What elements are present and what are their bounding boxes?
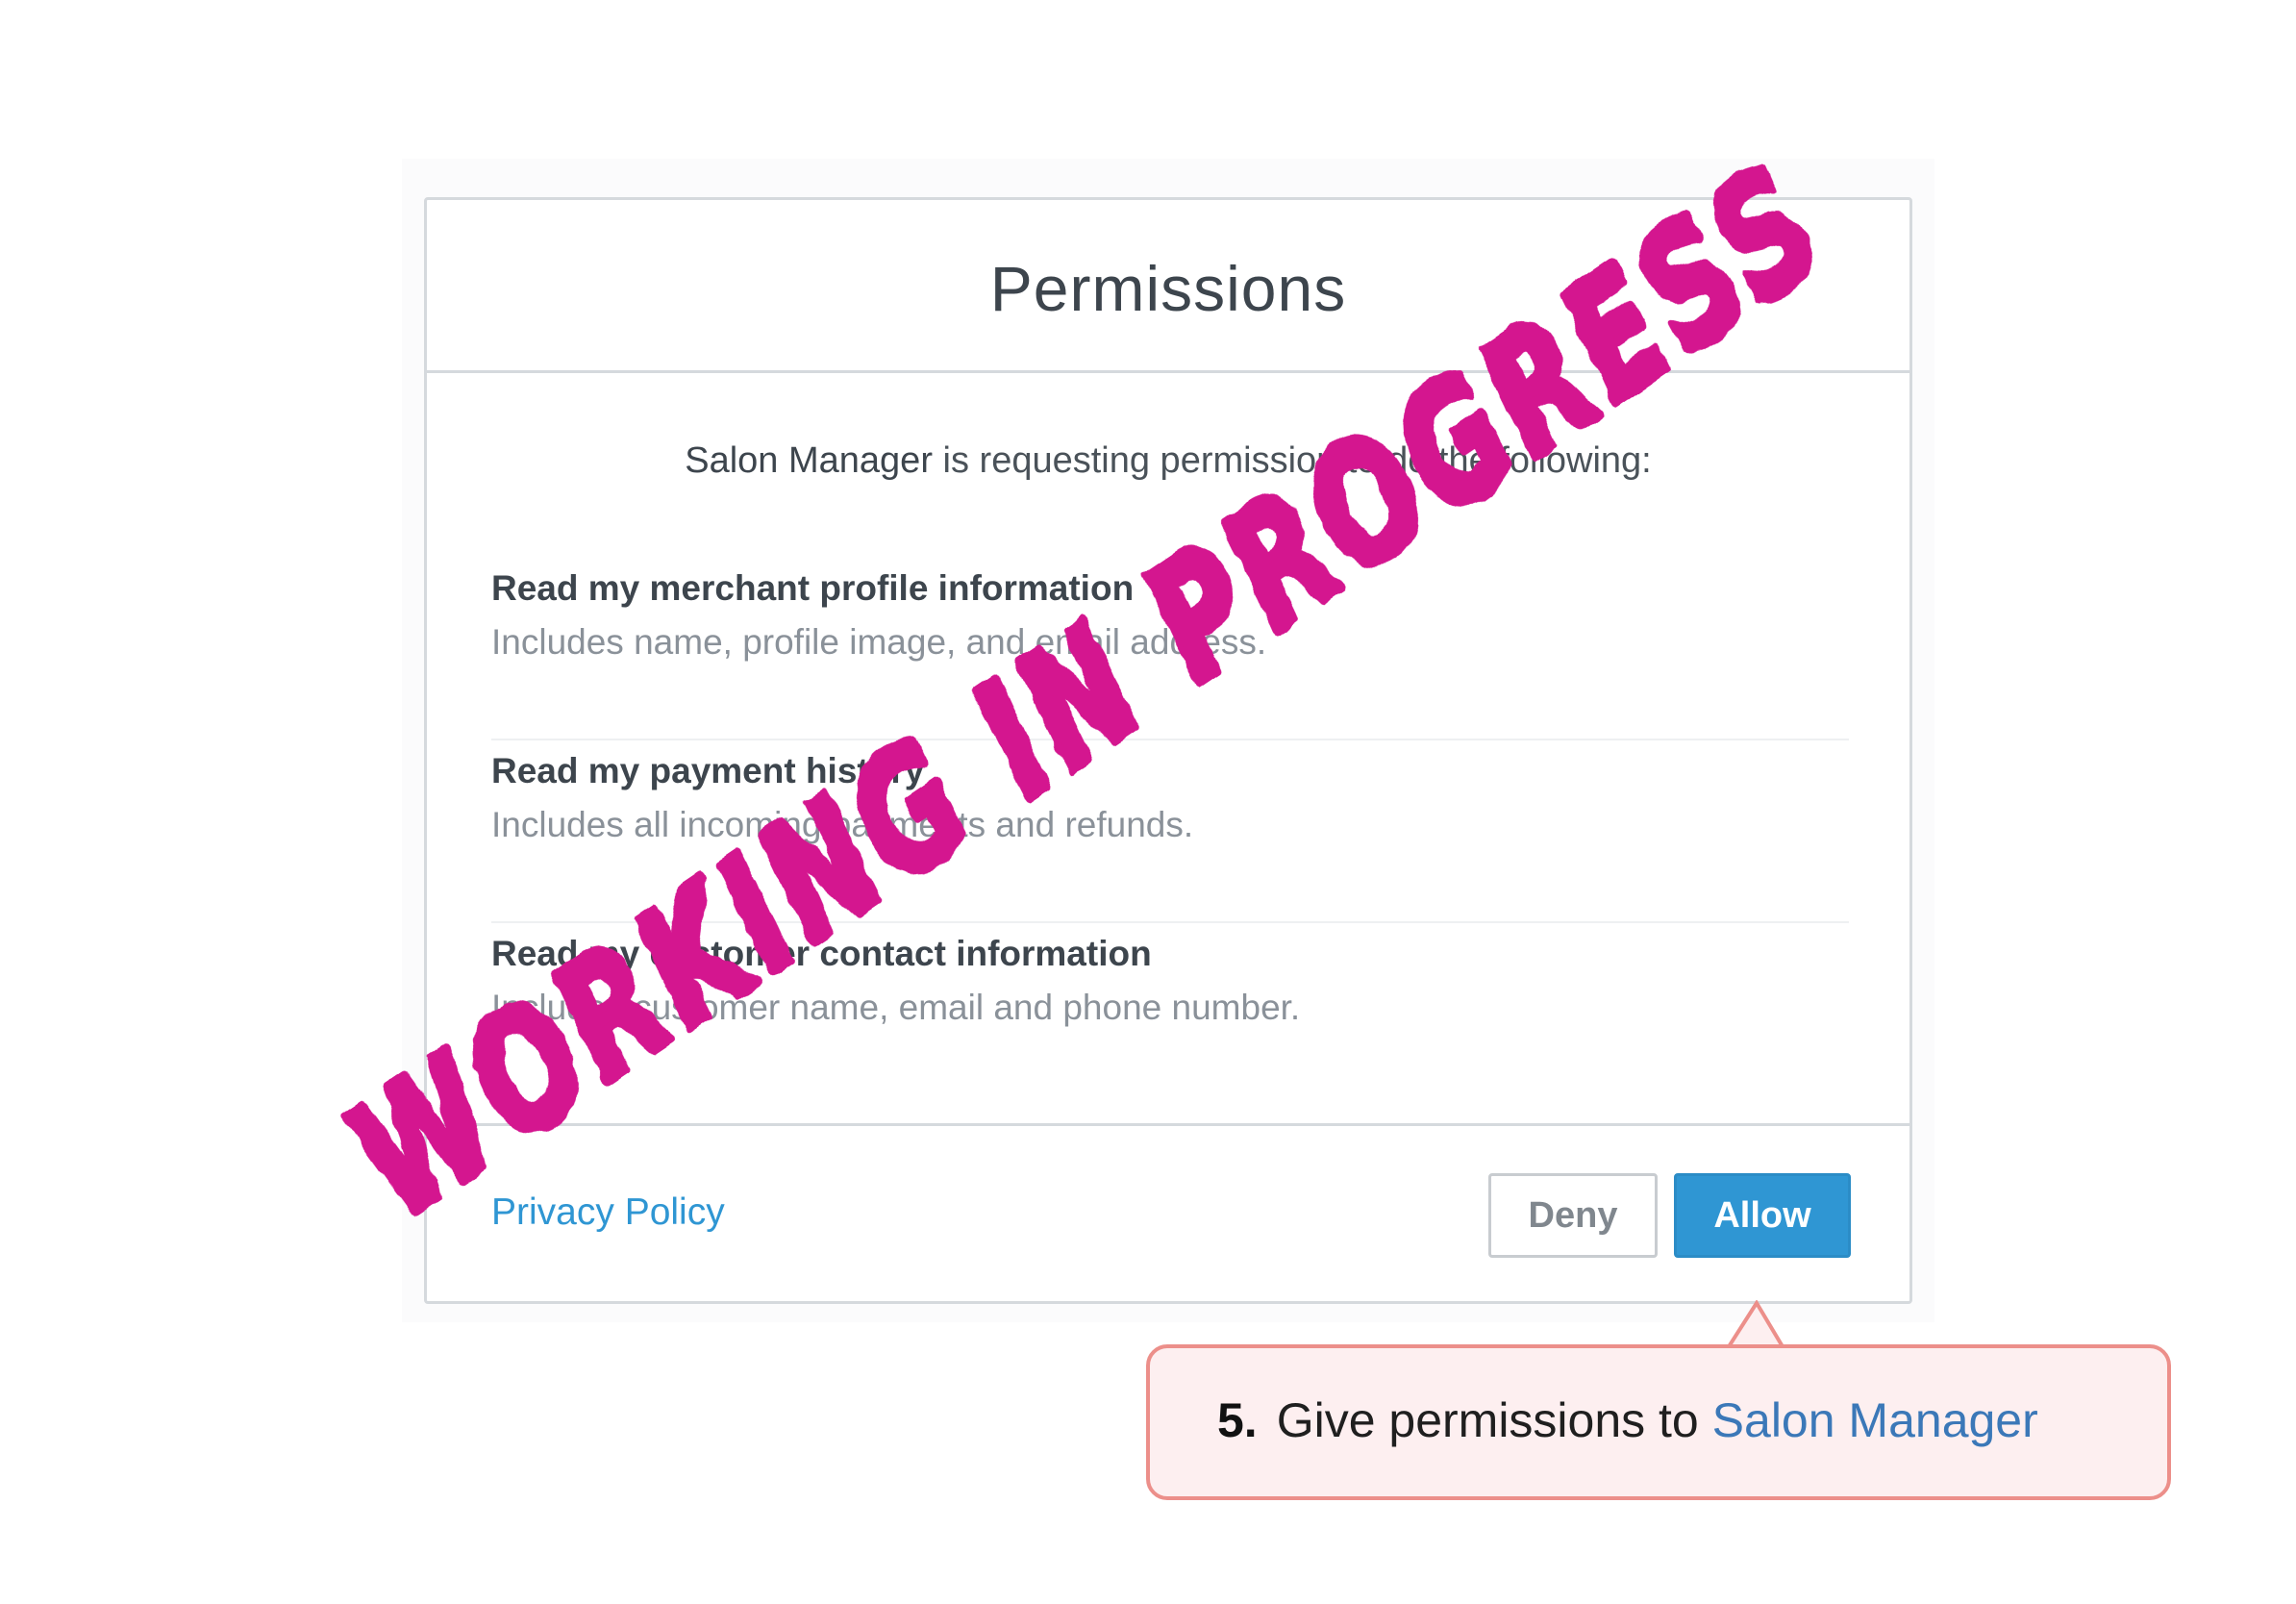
dialog-header: Permissions [427,200,1909,373]
privacy-policy-link[interactable]: Privacy Policy [491,1191,725,1234]
allow-button[interactable]: Allow [1674,1173,1851,1258]
permission-title: Read my customer contact information [491,934,1152,973]
callout-instruction: Give permissions to [1276,1393,1699,1447]
request-text: is requesting permission to do the follo… [942,440,1652,481]
callout-message: 5. Give permissions to Salon Manager [1217,1392,2038,1448]
callout-pointer-shape [1728,1300,1785,1348]
permission-title: Read my merchant profile information [491,568,1135,608]
permission-item-payment-history: Read my payment history Includes all inc… [491,740,1849,923]
permission-item-customer-contact: Read my customer contact information Inc… [491,923,1849,1106]
dialog-title: Permissions [989,252,1347,324]
deny-button[interactable]: Deny [1488,1173,1658,1258]
requesting-app-name: Salon Manager [685,440,933,481]
permission-item-merchant-profile: Read my merchant profile information Inc… [491,558,1849,740]
permission-description: Includes name, profile image, and email … [491,622,1267,662]
step-number: 5. [1217,1393,1258,1447]
screen: Permissions Salon Manager is requesting … [0,0,2296,1604]
permission-description: Includes all incoming payments and refun… [491,805,1194,844]
permissions-dialog: Permissions Salon Manager is requesting … [424,197,1912,1304]
dialog-footer: Privacy Policy Deny Allow [427,1123,1909,1304]
callout-app-name: Salon Manager [1711,1393,2038,1447]
permission-description: Includes customer name, email and phone … [491,988,1301,1027]
permission-title: Read my payment history [491,751,925,790]
request-message: Salon Manager is requesting permission t… [427,440,1909,482]
permission-list: Read my merchant profile information Inc… [491,558,1849,1106]
instruction-callout: 5. Give permissions to Salon Manager [1146,1344,2171,1500]
